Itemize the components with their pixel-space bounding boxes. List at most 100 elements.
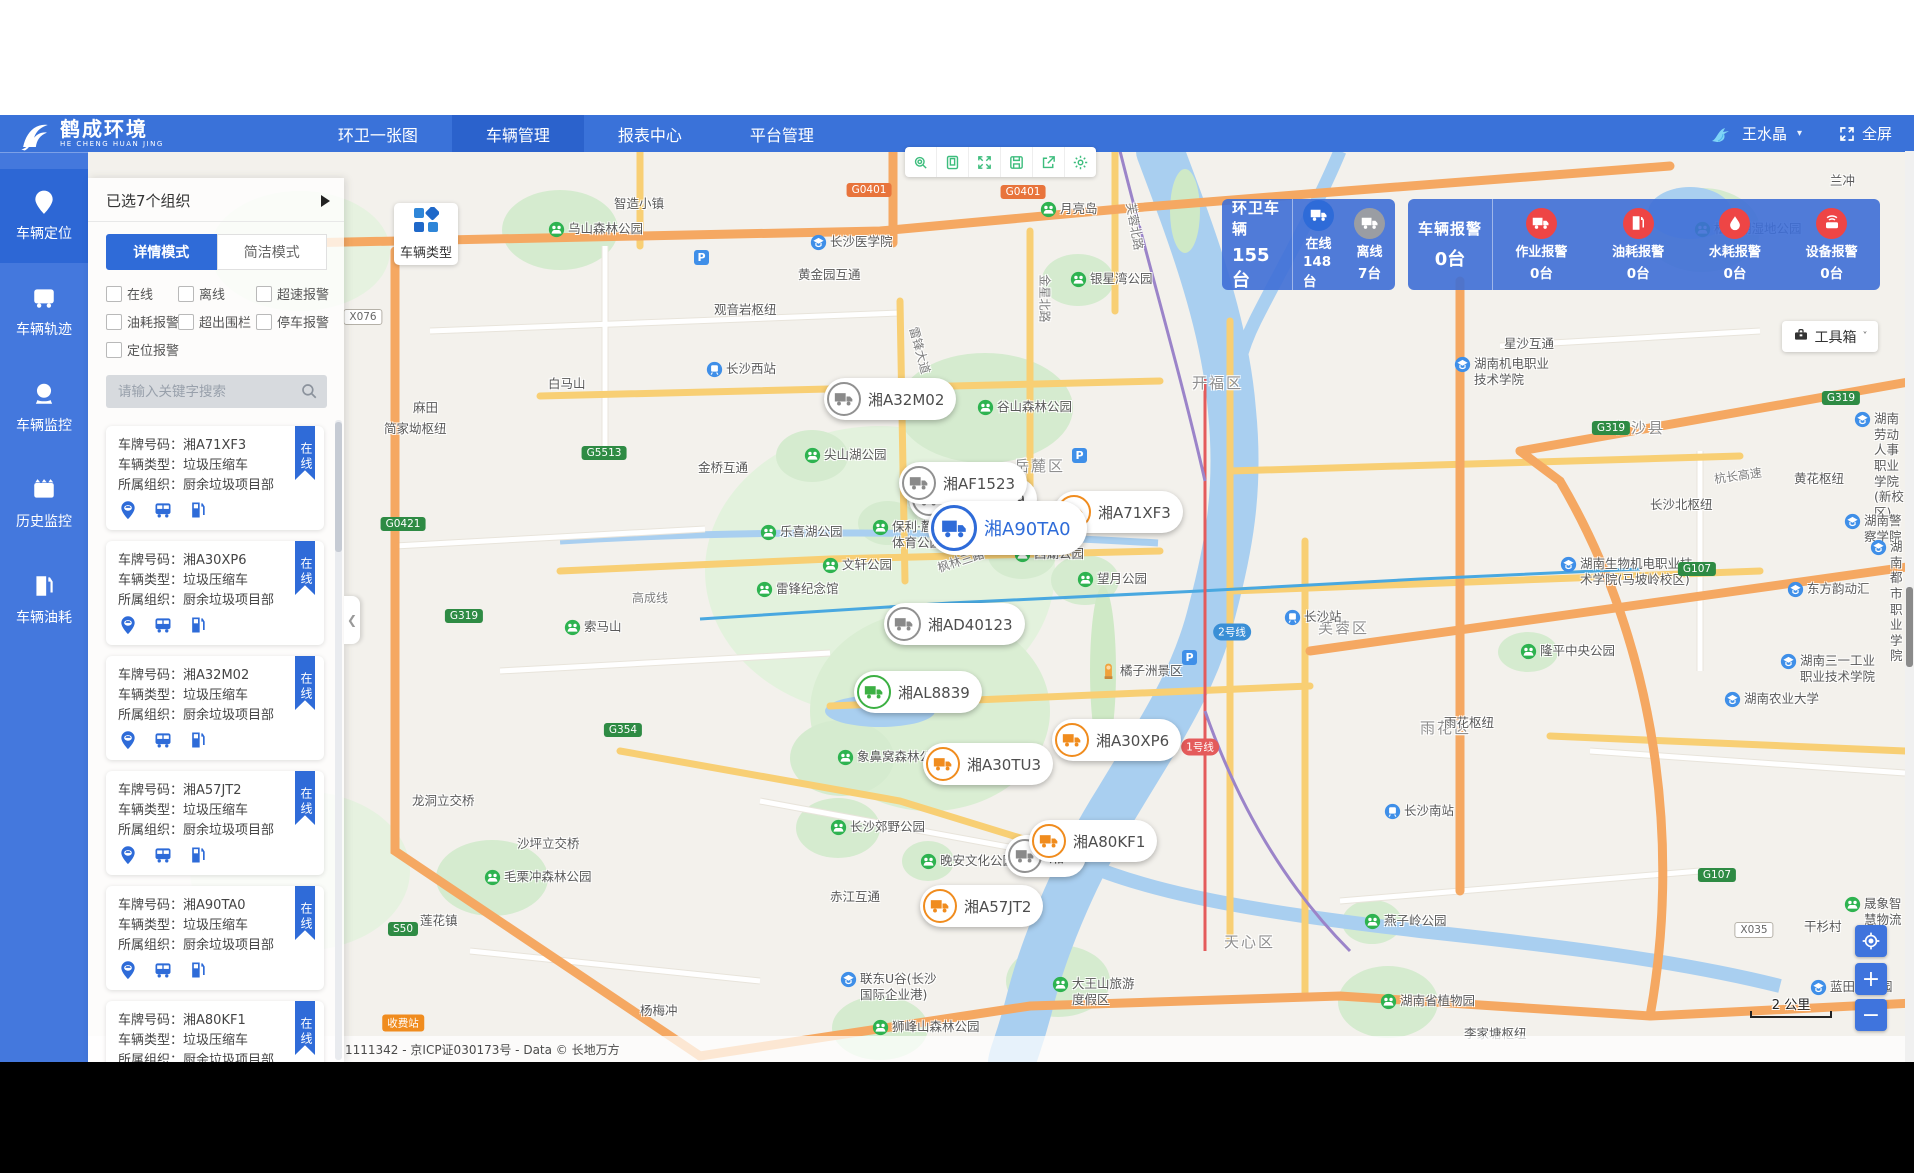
checkbox-icon[interactable] — [178, 314, 194, 330]
panel-scrollbar[interactable] — [335, 420, 342, 1060]
bus-icon — [31, 285, 57, 311]
map-poi-尖山湖公园: 尖山湖公园 — [804, 447, 887, 464]
map-poi-莲花镇: 莲花镇 — [420, 913, 458, 929]
settings-icon[interactable] — [1065, 147, 1096, 177]
map-poi-开福区: 开福区 — [1192, 374, 1243, 393]
road-badge-G319: G319 — [445, 609, 483, 623]
zoom-out-button[interactable]: − — [1855, 999, 1887, 1031]
toolbox-button[interactable]: 工具箱 ˅ — [1782, 321, 1878, 352]
marker-plate-label: 湘AF1523 — [943, 473, 1015, 494]
sidebar-item-3[interactable]: 历史监控 — [0, 457, 88, 551]
locate-icon[interactable] — [118, 730, 138, 750]
filter-label: 油耗报警 — [127, 312, 179, 331]
vehicle-card-湘A90TA0[interactable]: 车牌号码：湘A90TA0车辆类型：垃圾压缩车所属组织：厨余垃圾项目部在线 — [106, 886, 324, 990]
panel-scrollbar-thumb[interactable] — [335, 422, 342, 552]
map-toolbar — [905, 147, 1096, 177]
fuel-icon[interactable] — [188, 960, 208, 980]
checkbox-icon[interactable] — [106, 342, 122, 358]
stat-label: 油耗报警 — [1612, 241, 1664, 260]
checkbox-icon[interactable] — [256, 314, 272, 330]
parking-icon: P — [694, 250, 709, 265]
locate-icon[interactable] — [118, 615, 138, 635]
vehicle-marker-湘A30XP6[interactable]: 湘A30XP6 — [1052, 719, 1181, 761]
filter-checkbox-2[interactable]: 超速报警 — [256, 284, 334, 303]
zoom-in-button[interactable]: + — [1855, 963, 1887, 995]
track-icon[interactable] — [153, 960, 173, 980]
track-icon[interactable] — [153, 500, 173, 520]
locate-icon[interactable] — [118, 960, 138, 980]
vehicle-action-icons — [118, 500, 312, 520]
track-icon[interactable] — [153, 845, 173, 865]
truck-icon — [1055, 723, 1089, 757]
expand-icon[interactable] — [969, 147, 1001, 177]
filter-checkbox-3[interactable]: 油耗报警 — [106, 312, 178, 331]
park-icon — [1520, 643, 1537, 660]
checkbox-icon[interactable] — [256, 286, 272, 302]
vehicle-marker-湘AF1523[interactable]: 湘AF1523 — [899, 462, 1027, 504]
vehicle-card-list: 车牌号码：湘A71XF3车辆类型：垃圾压缩车所属组织：厨余垃圾项目部在线车牌号码… — [88, 426, 344, 1105]
vehicle-marker-湘A30TU3[interactable]: 湘A30TU3 — [923, 743, 1053, 785]
filter-checkbox-5[interactable]: 停车报警 — [256, 312, 334, 331]
vehicle-marker-湘A32M02[interactable]: 湘A32M02 — [824, 378, 956, 420]
locate-button[interactable] — [1855, 925, 1887, 957]
filter-checkbox-1[interactable]: 离线 — [178, 284, 256, 303]
page-scrollbar-thumb[interactable] — [1906, 587, 1913, 667]
vehicle-marker-湘A90TA0[interactable]: 湘A90TA0 — [928, 501, 1087, 555]
vehicle-marker-湘A57JT2[interactable]: 湘A57JT2 — [920, 885, 1043, 927]
checkbox-icon[interactable] — [106, 314, 122, 330]
chevron-down-icon[interactable]: ▾ — [1797, 128, 1802, 139]
sidebar-item-0[interactable]: 车辆定位 — [0, 169, 88, 263]
vehicle-plate-row: 车牌号码：湘A71XF3 — [118, 436, 312, 456]
fullscreen-button[interactable]: 全屏 — [1838, 123, 1892, 144]
fuel-icon[interactable] — [188, 730, 208, 750]
filter-checkbox-4[interactable]: 超出围栏 — [178, 312, 256, 331]
vehicle-type-button[interactable]: 车辆类型 — [394, 203, 458, 265]
nav-item-3[interactable]: 平台管理 — [716, 115, 848, 152]
vehicle-marker-湘AD40123[interactable]: 湘AD40123 — [884, 603, 1025, 645]
vehicle-card-湘A30XP6[interactable]: 车牌号码：湘A30XP6车辆类型：垃圾压缩车所属组织：厨余垃圾项目部在线 — [106, 541, 324, 645]
tab-detail-mode[interactable]: 详情模式 — [106, 234, 217, 270]
brand: 鹤成环境 HE CHENG HUAN JING — [18, 119, 164, 149]
sidebar-item-4[interactable]: 车辆油耗 — [0, 553, 88, 647]
sidebar-item-2[interactable]: 车辆监控 — [0, 361, 88, 455]
vehicle-marker-湘A80KF1[interactable]: 湘A80KF1 — [1029, 820, 1157, 862]
nav-item-1[interactable]: 车辆管理 — [452, 115, 584, 152]
search-input[interactable] — [106, 375, 327, 408]
nav-item-2[interactable]: 报表中心 — [584, 115, 716, 152]
fuel-icon[interactable] — [188, 500, 208, 520]
vehicle-card-湘A57JT2[interactable]: 车牌号码：湘A57JT2车辆类型：垃圾压缩车所属组织：厨余垃圾项目部在线 — [106, 771, 324, 875]
track-icon[interactable] — [153, 730, 173, 750]
search-icon[interactable] — [905, 147, 937, 177]
vehicle-marker-湘AL8839[interactable]: 湘AL8839 — [854, 671, 982, 713]
avatar[interactable] — [1708, 122, 1732, 146]
filter-checkbox-6[interactable]: 定位报警 — [106, 340, 178, 359]
sidebar-item-1[interactable]: 车辆轨迹 — [0, 265, 88, 359]
mode-tabs: 详情模式 简洁模式 — [106, 234, 327, 270]
save-icon[interactable] — [1001, 147, 1033, 177]
nav-item-0[interactable]: 环卫一张图 — [304, 115, 452, 152]
left-rail: 车辆定位车辆轨迹车辆监控历史监控车辆油耗 — [0, 152, 88, 1063]
checkbox-icon[interactable] — [106, 286, 122, 302]
panel-collapse-button[interactable]: ❮ — [344, 596, 360, 644]
filter-checkbox-0[interactable]: 在线 — [106, 284, 178, 303]
vehicle-card-湘A32M02[interactable]: 车牌号码：湘A32M02车辆类型：垃圾压缩车所属组织：厨余垃圾项目部在线 — [106, 656, 324, 760]
fuel-icon[interactable] — [188, 615, 208, 635]
frame-icon[interactable] — [937, 147, 969, 177]
expand-arrow-icon[interactable] — [321, 195, 330, 207]
page-scrollbar[interactable] — [1905, 151, 1914, 1062]
locate-icon[interactable] — [118, 845, 138, 865]
search-icon[interactable] — [300, 382, 318, 400]
map-poi-白马山: 白马山 — [548, 376, 586, 392]
poi-label: 白马山 — [548, 376, 586, 392]
share-icon[interactable] — [1033, 147, 1065, 177]
checkbox-icon[interactable] — [178, 286, 194, 302]
fuel-icon[interactable] — [188, 845, 208, 865]
vehicle-plate-row: 车牌号码：湘A80KF1 — [118, 1011, 312, 1031]
tab-simple-mode[interactable]: 简洁模式 — [217, 234, 328, 270]
user-name[interactable]: 王水晶 — [1742, 123, 1787, 144]
track-icon[interactable] — [153, 615, 173, 635]
vehicle-card-湘A71XF3[interactable]: 车牌号码：湘A71XF3车辆类型：垃圾压缩车所属组织：厨余垃圾项目部在线 — [106, 426, 324, 530]
edu-icon — [810, 234, 827, 251]
locate-icon[interactable] — [118, 500, 138, 520]
poi-label: 简家坳枢纽 — [384, 421, 447, 437]
